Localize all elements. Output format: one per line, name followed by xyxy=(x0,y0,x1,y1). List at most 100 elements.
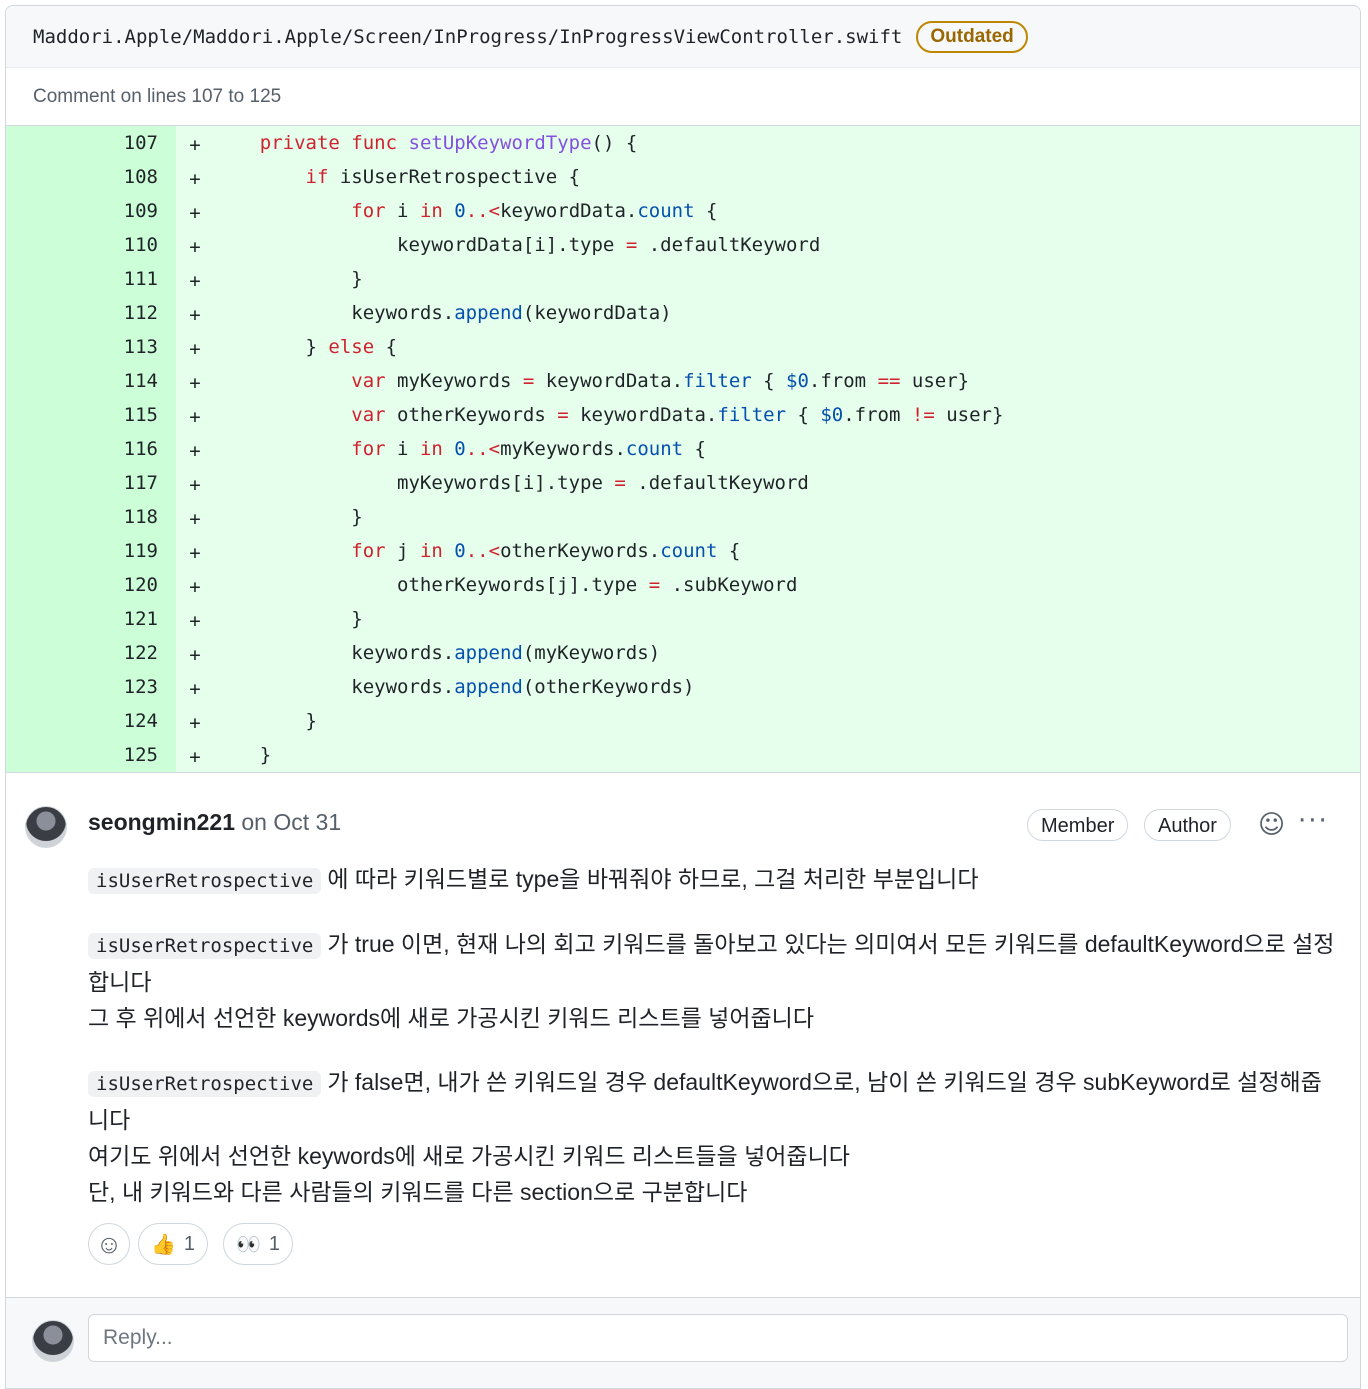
comment-date[interactable]: on Oct 31 xyxy=(241,809,341,835)
code-line: var myKeywords = keywordData.filter { $0… xyxy=(351,370,970,392)
addition-marker: + xyxy=(189,474,201,496)
code-line: } xyxy=(214,710,317,732)
line-number[interactable]: 124 xyxy=(6,704,176,738)
code-row: 116 + for i in 0..<myKeywords.count { xyxy=(6,432,1360,466)
inline-code: isUserRetrospective xyxy=(88,933,322,959)
code-row: 112 + keywords.append(keywordData) xyxy=(6,296,1360,330)
line-number[interactable]: 117 xyxy=(6,466,176,500)
smiley-icon[interactable]: ☺ xyxy=(1258,811,1285,839)
file-header: Maddori.Apple/Maddori.Apple/Screen/InPro… xyxy=(6,6,1360,68)
addition-marker: + xyxy=(189,168,201,190)
review-comment-card: Maddori.Apple/Maddori.Apple/Screen/InPro… xyxy=(5,5,1361,1389)
addition-marker: + xyxy=(189,576,201,598)
line-number[interactable]: 122 xyxy=(6,636,176,670)
code-row: 110 + keywordData[i].type = .defaultKeywo… xyxy=(6,228,1360,262)
addition-marker: + xyxy=(189,372,201,394)
addition-marker: + xyxy=(189,406,201,428)
comment-paragraph: isUserRetrospective 가 false면, 내가 쓴 키워드일 경… xyxy=(88,1064,1338,1210)
code-row: 118 + } xyxy=(6,500,1360,534)
thumbs-up-reaction[interactable]: 👍 1 xyxy=(138,1223,208,1265)
code-row: 124 + } xyxy=(6,704,1360,738)
code-row: 117 + myKeywords[i].type = .defaultKeywor… xyxy=(6,466,1360,500)
eyes-reaction[interactable]: 👀 1 xyxy=(223,1223,293,1265)
addition-marker: + xyxy=(189,202,201,224)
comment: seongmin221 on Oct 31 Member Author ☺ ··… xyxy=(6,772,1360,1295)
code-line: var otherKeywords = keywordData.filter {… xyxy=(351,404,1004,426)
paragraph-text: 여기도 위에서 선언한 keywords에 새로 가공시킨 키워드 리스트들을 … xyxy=(88,1143,850,1169)
comment-range-label: Comment on lines 107 to 125 xyxy=(6,68,1360,126)
line-number[interactable]: 108 xyxy=(6,160,176,194)
line-number[interactable]: 111 xyxy=(6,262,176,296)
code-row: 123 + keywords.append(otherKeywords) xyxy=(6,670,1360,704)
comment-body: isUserRetrospective 에 따라 키워드별로 type을 바꿔줘야… xyxy=(88,861,1338,1210)
line-number[interactable]: 123 xyxy=(6,670,176,704)
code-line: } else { xyxy=(214,336,398,358)
line-number[interactable]: 118 xyxy=(6,500,176,534)
line-number[interactable]: 116 xyxy=(6,432,176,466)
line-number[interactable]: 114 xyxy=(6,364,176,398)
code-row: 113 + } else { xyxy=(6,330,1360,364)
comment-header: seongmin221 on Oct 31 xyxy=(88,809,341,836)
kebab-menu-icon[interactable]: ··· xyxy=(1298,807,1329,835)
code-row: 121 + } xyxy=(6,602,1360,636)
reaction-count: 1 xyxy=(183,1232,196,1255)
reply-area: Reply... xyxy=(6,1297,1360,1388)
addition-marker: + xyxy=(189,338,201,360)
line-number[interactable]: 112 xyxy=(6,296,176,330)
comment-paragraph: isUserRetrospective 가 true 이면, 현재 나의 회고 키… xyxy=(88,926,1338,1036)
code-line: } xyxy=(214,608,363,630)
paragraph-text: 에 따라 키워드별로 type을 바꿔줘야 하므로, 그걸 처리한 부분입니다 xyxy=(327,866,979,892)
line-number[interactable]: 113 xyxy=(6,330,176,364)
file-path-link[interactable]: Maddori.Apple/Maddori.Apple/Screen/InPro… xyxy=(33,26,902,48)
code-line: keywords.append(myKeywords) xyxy=(214,642,661,664)
addition-marker: + xyxy=(189,270,201,292)
code-line: myKeywords[i].type = .defaultKeyword xyxy=(214,472,809,494)
inline-code: isUserRetrospective xyxy=(88,1071,322,1097)
avatar[interactable] xyxy=(25,806,67,848)
smiley-add-icon: ☺ xyxy=(95,1228,123,1259)
addition-marker: + xyxy=(189,610,201,632)
code-line: for i in 0..<keywordData.count { xyxy=(351,200,718,222)
code-line: } xyxy=(214,506,363,528)
code-row: 119 + for j in 0..<otherKeywords.count { xyxy=(6,534,1360,568)
code-row: 114 + var myKeywords = keywordData.filter… xyxy=(6,364,1360,398)
line-number[interactable]: 107 xyxy=(6,126,176,160)
code-row: 111 + } xyxy=(6,262,1360,296)
author-name[interactable]: seongmin221 xyxy=(88,809,235,835)
line-number[interactable]: 119 xyxy=(6,534,176,568)
avatar[interactable] xyxy=(32,1320,74,1362)
addition-marker: + xyxy=(189,678,201,700)
code-line: keywords.append(keywordData) xyxy=(214,302,672,324)
code-line: } xyxy=(214,268,363,290)
code-line: for i in 0..<myKeywords.count { xyxy=(351,438,706,460)
code-line: } xyxy=(214,744,272,766)
eyes-icon: 👀 xyxy=(235,1233,261,1256)
addition-marker: + xyxy=(189,644,201,666)
thumbs-up-icon: 👍 xyxy=(150,1233,176,1256)
addition-marker: + xyxy=(189,134,201,156)
code-row: 120 + otherKeywords[j].type = .subKeyword xyxy=(6,568,1360,602)
outdated-badge: Outdated xyxy=(916,20,1028,53)
line-number[interactable]: 110 xyxy=(6,228,176,262)
line-number[interactable]: 109 xyxy=(6,194,176,228)
reaction-count: 1 xyxy=(268,1232,281,1255)
paragraph-text: 단, 내 키워드와 다른 사람들의 키워드를 다른 section으로 구분합니… xyxy=(88,1179,748,1205)
inline-code: isUserRetrospective xyxy=(88,868,322,894)
line-number[interactable]: 121 xyxy=(6,602,176,636)
add-reaction-button[interactable]: ☺ xyxy=(88,1223,130,1265)
addition-marker: + xyxy=(189,304,201,326)
code-row: 108 + if isUserRetrospective { xyxy=(6,160,1360,194)
code-row: 109 + for i in 0..<keywordData.count { xyxy=(6,194,1360,228)
code-row: 107 + private func setUpKeywordType() { xyxy=(6,126,1360,160)
code-row: 115 + var otherKeywords = keywordData.fil… xyxy=(6,398,1360,432)
line-number[interactable]: 120 xyxy=(6,568,176,602)
line-number[interactable]: 125 xyxy=(6,738,176,772)
reply-input[interactable]: Reply... xyxy=(88,1314,1348,1362)
author-badge: Author xyxy=(1144,809,1231,841)
addition-marker: + xyxy=(189,440,201,462)
addition-marker: + xyxy=(189,508,201,530)
line-number[interactable]: 115 xyxy=(6,398,176,432)
addition-marker: + xyxy=(189,236,201,258)
addition-marker: + xyxy=(189,746,201,768)
code-diff: 107 + private func setUpKeywordType() {10… xyxy=(6,126,1360,772)
